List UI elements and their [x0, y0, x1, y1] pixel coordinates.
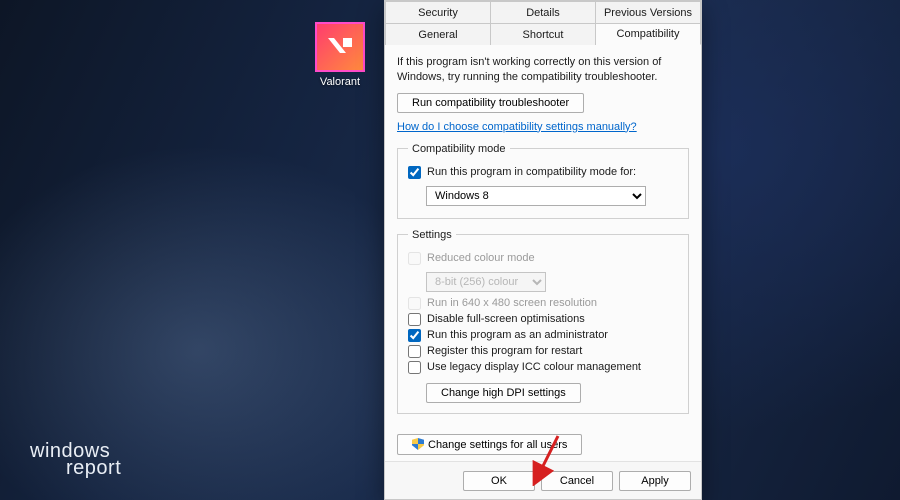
legend-settings: Settings: [408, 229, 456, 241]
label-disable-fullscreen: Disable full-screen optimisations: [427, 313, 585, 325]
tab-details[interactable]: Details: [491, 1, 596, 23]
checkbox-run-admin[interactable]: [408, 329, 421, 342]
select-os-version[interactable]: Windows 8: [426, 186, 646, 206]
valorant-icon: [315, 22, 365, 72]
tabs-row-1: Security Details Previous Versions: [385, 1, 701, 23]
checkbox-register-restart[interactable]: [408, 345, 421, 358]
ok-button[interactable]: OK: [463, 471, 535, 491]
label-register-restart: Register this program for restart: [427, 345, 582, 357]
checkbox-compat-mode[interactable]: [408, 166, 421, 179]
label-reduced-colour: Reduced colour mode: [427, 252, 535, 264]
label-low-res: Run in 640 x 480 screen resolution: [427, 297, 597, 309]
tab-general[interactable]: General: [385, 23, 491, 45]
legend-compat-mode: Compatibility mode: [408, 143, 510, 155]
label-legacy-icc: Use legacy display ICC colour management: [427, 361, 641, 373]
change-dpi-button[interactable]: Change high DPI settings: [426, 383, 581, 403]
desktop-background: Valorant windows report Security Details…: [0, 0, 900, 500]
properties-dialog: Security Details Previous Versions Gener…: [384, 0, 702, 500]
checkbox-low-res: [408, 297, 421, 310]
manual-settings-link[interactable]: How do I choose compatibility settings m…: [397, 121, 637, 133]
tabs-row-2: General Shortcut Compatibility: [385, 23, 701, 45]
group-compatibility-mode: Compatibility mode Run this program in c…: [397, 143, 689, 219]
label-compat-mode: Run this program in compatibility mode f…: [427, 166, 636, 178]
tab-previous-versions[interactable]: Previous Versions: [596, 1, 701, 23]
intro-text: If this program isn't working correctly …: [397, 55, 689, 85]
shield-icon: [412, 438, 424, 450]
tab-security[interactable]: Security: [385, 1, 491, 23]
tab-compatibility[interactable]: Compatibility: [596, 23, 701, 45]
apply-button[interactable]: Apply: [619, 471, 691, 491]
select-colour-depth: 8-bit (256) colour: [426, 272, 546, 292]
change-all-users-button[interactable]: Change settings for all users: [397, 434, 582, 455]
dialog-footer: OK Cancel Apply: [385, 461, 701, 499]
label-run-admin: Run this program as an administrator: [427, 329, 608, 341]
group-settings: Settings Reduced colour mode 8-bit (256)…: [397, 229, 689, 414]
shortcut-label: Valorant: [306, 76, 374, 88]
cancel-button[interactable]: Cancel: [541, 471, 613, 491]
checkbox-disable-fullscreen[interactable]: [408, 313, 421, 326]
tab-shortcut[interactable]: Shortcut: [491, 23, 596, 45]
run-troubleshooter-button[interactable]: Run compatibility troubleshooter: [397, 93, 584, 113]
watermark: windows report: [30, 440, 121, 480]
checkbox-reduced-colour: [408, 252, 421, 265]
tab-body-compatibility: If this program isn't working correctly …: [385, 45, 701, 463]
checkbox-legacy-icc[interactable]: [408, 361, 421, 374]
desktop-shortcut-valorant[interactable]: Valorant: [306, 22, 374, 88]
